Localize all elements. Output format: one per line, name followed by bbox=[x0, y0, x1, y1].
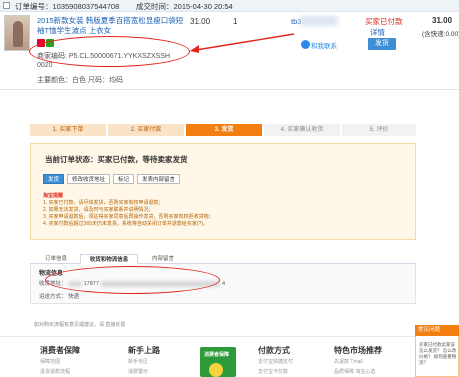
feedback-note[interactable]: 如对购买流程有意见或建议，请 直接反馈 bbox=[34, 321, 125, 328]
unit-price: 31.00 bbox=[190, 17, 211, 26]
status-actions: 发货 修改收货地址 标记 发表内部留言 bbox=[43, 174, 183, 184]
shipping-method-row: 运送方式： 快递 bbox=[39, 294, 80, 300]
tab-shipping-logistics[interactable]: 收货和物流信息 bbox=[80, 254, 138, 264]
tab-order-info[interactable]: 订单信息 bbox=[36, 254, 76, 264]
order-header: 订单编号：1035908037544708 成交时间：2015-04-30 20… bbox=[0, 0, 459, 12]
wangwang-icon[interactable] bbox=[301, 40, 310, 49]
step-payment: 2. 买家付款 bbox=[108, 124, 184, 136]
quantity: 1 bbox=[233, 17, 238, 26]
step-review: 5. 评价 bbox=[342, 124, 416, 136]
buyer-id-redacted bbox=[300, 16, 338, 26]
faq-title: 常见问题 bbox=[415, 325, 459, 336]
mark-button[interactable]: 标记 bbox=[113, 174, 135, 184]
order-number: 订单编号：1035908037544708 bbox=[15, 2, 120, 11]
footer-col-newbie: 新手上路 新手专区 消费警示 bbox=[128, 346, 160, 375]
order-total: 31.00 bbox=[432, 16, 453, 25]
internal-note-button[interactable]: 发表内部留言 bbox=[137, 174, 181, 184]
ship-action-button[interactable]: 发货 bbox=[43, 174, 65, 184]
promo-label: 消费者保障 bbox=[204, 352, 230, 358]
footer-col-markets: 特色市场推荐 先退款 Tmall 品质保障 淘宝心选 bbox=[334, 346, 382, 375]
annotation-oval-address bbox=[45, 266, 220, 294]
deal-time: 成交时间：2015-04-30 20:54 bbox=[136, 2, 233, 11]
order-status: 买家已付款 bbox=[365, 17, 403, 26]
faq-text[interactable]: 买家已付款卖家该怎么发货？ 怎么改价格？ 如何查看物流？ bbox=[419, 342, 457, 366]
edit-address-button[interactable]: 修改收货地址 bbox=[67, 174, 111, 184]
shipping-fee-note: (含快递:0.00) bbox=[422, 31, 459, 38]
order-detail-link[interactable]: 详情 bbox=[370, 27, 385, 38]
annotation-oval-merchant-code bbox=[29, 36, 190, 67]
taobao-tips: 淘宝提醒 1. 买家已付款，请尽快发货，否则买家有权申请退款； 2. 如果无法发… bbox=[43, 193, 214, 227]
step-confirm-receipt: 4. 买家确认收货 bbox=[264, 124, 340, 136]
product-thumbnail[interactable] bbox=[4, 15, 30, 51]
step-place-order: 1. 买家下单 bbox=[30, 124, 106, 136]
detail-tabs: 订单信息 收货和物流信息 内部留言 bbox=[30, 254, 416, 264]
footer-col-buyer-protection: 消费者保障 保障范围 退货退款流程 bbox=[40, 346, 80, 375]
promo-coin-icon bbox=[209, 363, 223, 377]
order-status-panel: 当前订单状态：买家已付款，等待卖家发货 发货 修改收货地址 标记 发表内部留言 淘宝提… bbox=[30, 143, 416, 240]
annotation-arrow bbox=[190, 33, 295, 53]
order-progress-steps: 1. 买家下单 2. 买家付款 3. 发货 4. 买家确认收货 5. 评价 bbox=[30, 124, 416, 136]
product-attributes: 主要颜色：白色 尺码：均码 bbox=[37, 77, 123, 84]
footer-col-payment: 付款方式 支付宝快捷支付 支付宝卡付款 bbox=[258, 346, 294, 375]
order-select-checkbox[interactable] bbox=[3, 2, 10, 9]
ship-button[interactable]: 发货 bbox=[368, 38, 396, 50]
contact-buyer-link[interactable]: 和我联系 bbox=[311, 40, 337, 50]
current-status-title: 当前订单状态：买家已付款，等待卖家发货 bbox=[45, 155, 188, 164]
product-title-link[interactable]: 2015新款女装 韩版夏季百搭宽松显瘦口袋短袖T恤学生波点 上衣女 bbox=[37, 16, 185, 36]
step-ship: 3. 发货 bbox=[186, 124, 262, 136]
tab-internal-notes[interactable]: 内部留言 bbox=[142, 254, 184, 264]
